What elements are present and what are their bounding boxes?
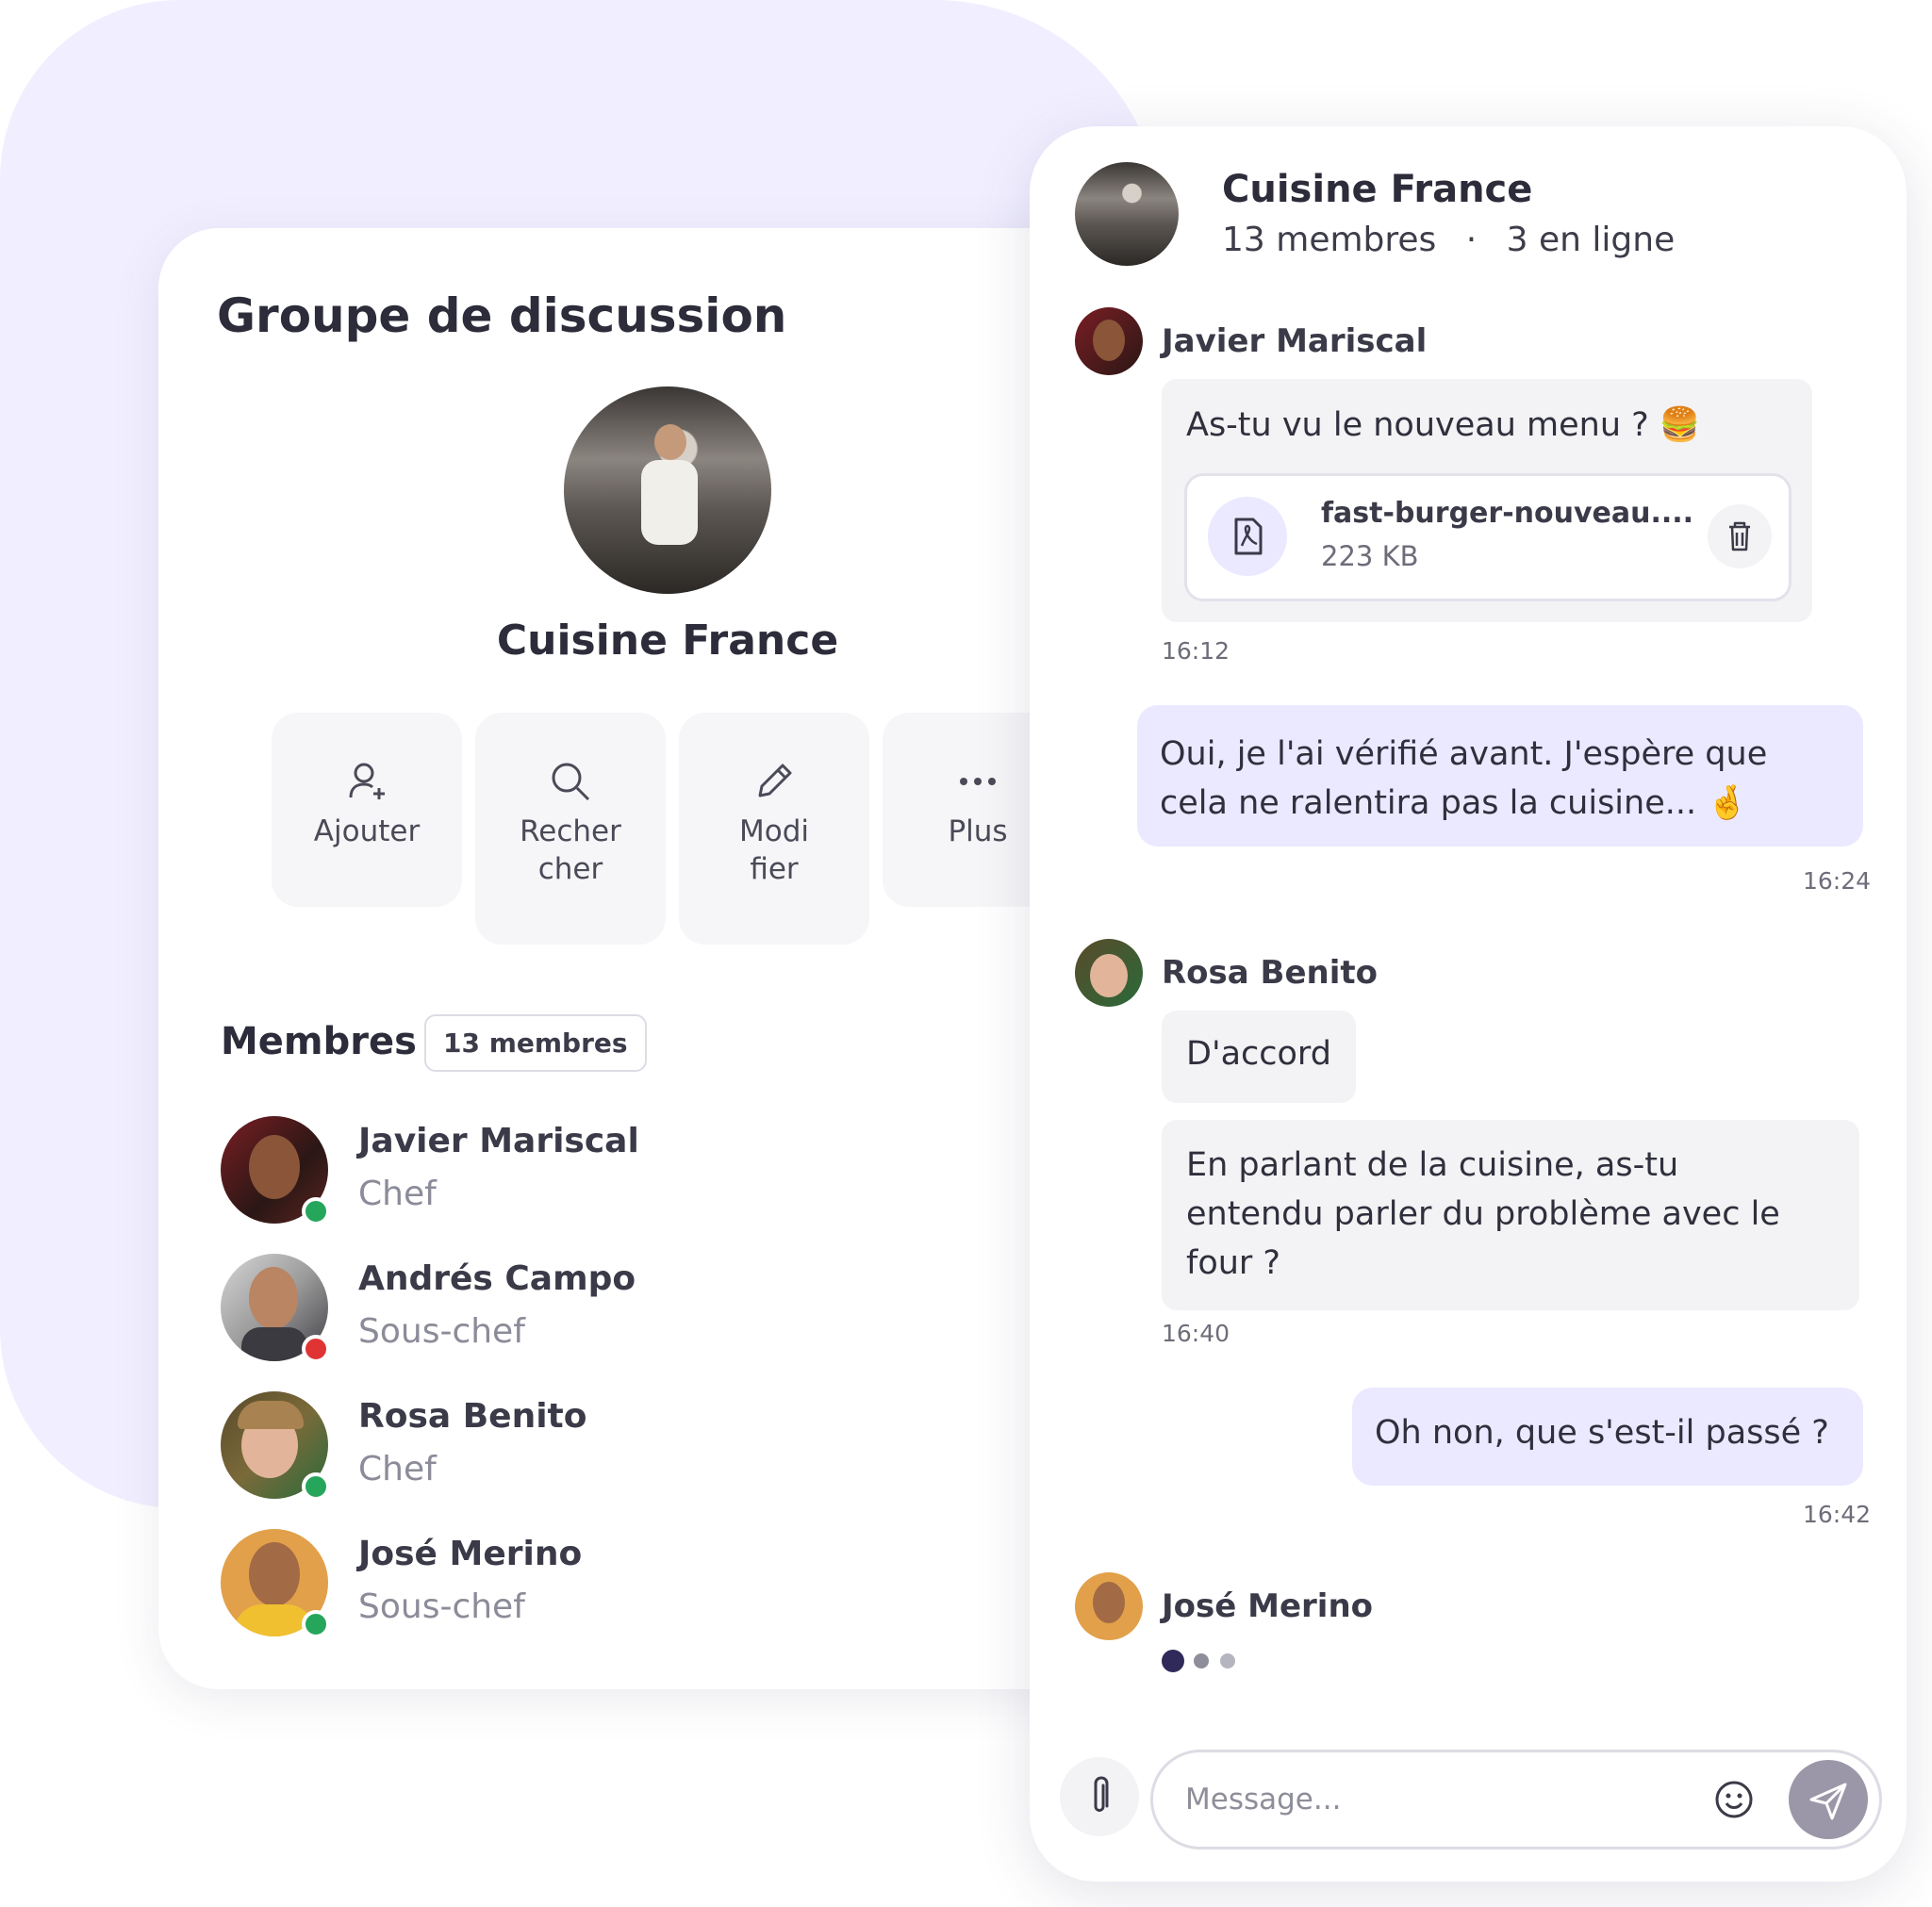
search-button[interactable]: Recher cher (475, 713, 666, 945)
offline-status-dot (302, 1335, 330, 1363)
action-label: Recher (520, 814, 621, 848)
add-user-icon (349, 763, 385, 799)
message-text: D'accord (1186, 1035, 1331, 1073)
edit-button[interactable]: Modi fier (679, 713, 869, 945)
members-count-badge: 13 membres (424, 1014, 647, 1072)
action-label-line-2: fier (750, 852, 799, 886)
online-status-dot (302, 1610, 330, 1638)
paperclip-icon (1094, 1776, 1109, 1812)
typing-indicator-dot (1162, 1650, 1184, 1672)
trash-icon[interactable] (1708, 504, 1772, 568)
message-input-placeholder: Message... (1185, 1783, 1342, 1817)
member-row[interactable]: Javier Mariscal Chef (221, 1116, 824, 1229)
chat-group-name: Cuisine France (1222, 168, 1533, 211)
message-text: Oui, je l'ai vérifié avant. J'espère que… (1160, 730, 1858, 828)
pdf-file-icon (1208, 497, 1287, 576)
message-time: 16:42 (1803, 1501, 1872, 1528)
member-role: Chef (358, 1175, 437, 1213)
group-name: Cuisine France (496, 616, 839, 665)
sender-avatar (1075, 307, 1143, 375)
sender-name: Rosa Benito (1162, 954, 1379, 992)
member-row[interactable]: Rosa Benito Chef (221, 1391, 824, 1504)
message-line: cela ne ralentira pas la cuisine... 🤞 (1160, 784, 1748, 822)
chat-subtitle: 13 membres · 3 en ligne (1222, 221, 1675, 259)
member-role: Sous-chef (358, 1587, 525, 1626)
message-text: En parlant de la cuisine, as-tu entendu … (1186, 1141, 1780, 1288)
typing-indicator-dot (1194, 1653, 1209, 1669)
more-icon (960, 778, 996, 785)
add-member-button[interactable]: Ajouter (272, 713, 462, 907)
message-bubble: En parlant de la cuisine, as-tu entendu … (1162, 1120, 1859, 1310)
file-attachment[interactable]: fast-burger-nouveau.... 223 KB (1184, 473, 1792, 601)
send-icon (1809, 1783, 1847, 1820)
message-text: As-tu vu le nouveau menu ? 🍔 (1186, 406, 1701, 444)
group-info-card: Groupe de discussion Cuisine France Ajou… (158, 228, 1101, 1689)
message-line: En parlant de la cuisine, as-tu (1186, 1146, 1679, 1184)
file-size: 223 KB (1321, 540, 1419, 572)
message-input[interactable]: Message... (1150, 1750, 1882, 1849)
chat-members-count: 13 membres (1222, 221, 1437, 259)
typing-indicator-dot (1220, 1653, 1235, 1669)
separator-dot: · (1465, 221, 1478, 259)
sender-name: José Merino (1162, 1587, 1374, 1625)
attach-button[interactable] (1060, 1757, 1139, 1836)
message-text: Oh non, que s'est-il passé ? (1375, 1414, 1829, 1452)
send-button[interactable] (1789, 1760, 1868, 1839)
member-name: Rosa Benito (358, 1397, 587, 1436)
online-status-dot (302, 1472, 330, 1501)
message-line: four ? (1186, 1244, 1281, 1282)
message-line: entendu parler du problème avec le (1186, 1195, 1780, 1233)
chat-group-avatar (1075, 162, 1179, 266)
member-row[interactable]: Andrés Campo Sous-chef (221, 1254, 824, 1367)
outgoing-message-bubble: Oh non, que s'est-il passé ? (1352, 1388, 1863, 1486)
members-title: Membres (221, 1020, 417, 1063)
sender-avatar (1075, 1572, 1143, 1640)
action-label: Modi (738, 814, 809, 848)
chat-window: Cuisine France 13 membres · 3 en ligne J… (1030, 126, 1907, 1882)
member-row[interactable]: José Merino Sous-chef (221, 1529, 824, 1642)
outgoing-message-bubble: Oui, je l'ai vérifié avant. J'espère que… (1137, 705, 1863, 847)
panel-title: Groupe de discussion (217, 288, 787, 343)
message-time: 16:12 (1162, 637, 1230, 665)
member-role: Sous-chef (358, 1312, 525, 1351)
member-name: Andrés Campo (358, 1259, 636, 1298)
pencil-icon (758, 764, 792, 797)
member-name: Javier Mariscal (358, 1122, 639, 1160)
message-time: 16:24 (1803, 867, 1872, 895)
message-bubble: D'accord (1162, 1011, 1356, 1103)
group-avatar (564, 386, 771, 594)
message-time: 16:40 (1162, 1320, 1230, 1347)
file-name: fast-burger-nouveau.... (1321, 497, 1694, 530)
sender-name: Javier Mariscal (1162, 322, 1428, 360)
emoji-icon[interactable] (1709, 1775, 1759, 1824)
message-line: Oui, je l'ai vérifié avant. J'espère que (1160, 735, 1768, 773)
online-status-dot (302, 1197, 330, 1225)
member-name: José Merino (358, 1535, 583, 1573)
chat-online-count: 3 en ligne (1506, 221, 1676, 259)
search-icon (552, 763, 590, 801)
action-label: Ajouter (313, 814, 421, 848)
member-role: Chef (358, 1450, 437, 1488)
sender-avatar (1075, 939, 1143, 1007)
message-bubble: As-tu vu le nouveau menu ? 🍔 fast-burger… (1162, 379, 1812, 622)
action-label-line-2: cher (537, 852, 603, 886)
